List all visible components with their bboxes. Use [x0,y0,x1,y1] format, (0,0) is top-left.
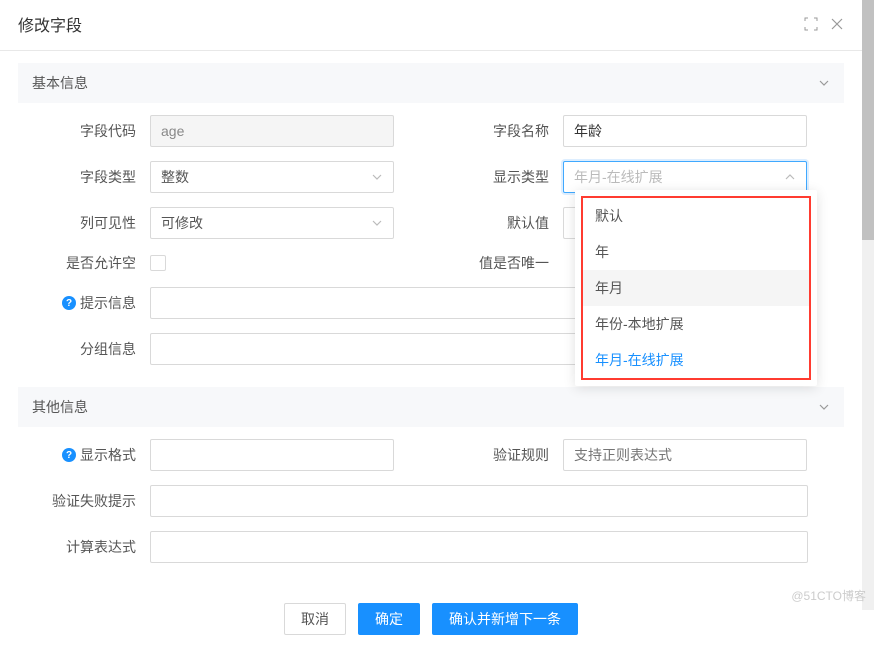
label-field-name: 字段名称 [431,121,563,141]
label-default-value: 默认值 [431,213,563,233]
help-icon[interactable]: ? [62,448,76,462]
label-validate-fail-hint: 验证失败提示 [18,491,150,511]
input-display-format[interactable] [150,439,394,471]
label-field-code: 字段代码 [18,121,150,141]
label-col-visibility: 列可见性 [18,213,150,233]
label-allow-null: 是否允许空 [18,253,150,273]
section-other-title: 其他信息 [32,397,88,417]
confirm-button[interactable]: 确定 [358,603,420,635]
chevron-down-icon [818,401,830,413]
scrollbar[interactable] [862,0,874,610]
help-icon[interactable]: ? [62,296,76,310]
section-basic-title: 基本信息 [32,73,88,93]
chevron-down-icon [818,77,830,89]
watermark: @51CTO博客 [791,587,866,604]
select-col-visibility[interactable]: 可修改 [150,207,394,239]
select-display-type-text: 年月-在线扩展 [574,167,663,187]
select-field-type-text: 整数 [161,167,189,187]
dropdown-option[interactable]: 年 [583,234,809,270]
label-group-info: 分组信息 [18,339,150,359]
chevron-down-icon [371,217,383,229]
scrollbar-thumb[interactable] [862,0,874,240]
input-field-code [150,115,394,147]
confirm-next-button[interactable]: 确认并新增下一条 [432,603,578,635]
chevron-up-icon [784,171,796,183]
modal-title: 修改字段 [18,12,82,36]
display-type-dropdown: 默认 年 年月 年份-本地扩展 年月-在线扩展 [575,190,817,386]
label-display-format: ? 显示格式 [18,445,150,465]
fullscreen-icon[interactable] [804,17,818,31]
input-validate-fail-hint[interactable] [150,485,808,517]
dropdown-option[interactable]: 年份-本地扩展 [583,306,809,342]
close-icon[interactable] [830,17,844,31]
header-actions [804,17,844,31]
select-field-type[interactable]: 整数 [150,161,394,193]
dropdown-option[interactable]: 默认 [583,198,809,234]
section-basic-header[interactable]: 基本信息 [18,63,844,103]
label-calc-expression: 计算表达式 [18,537,150,557]
select-col-visibility-text: 可修改 [161,213,203,233]
modal-dialog: 修改字段 基本信息 字段代码 字段名称 [0,0,862,610]
other-form: ? 显示格式 验证规则 验证失败提示 计算表达式 [18,427,844,585]
dropdown-option[interactable]: 年月 [583,270,809,306]
label-field-type: 字段类型 [18,167,150,187]
label-display-type: 显示类型 [431,167,563,187]
label-is-unique: 值是否唯一 [431,253,563,273]
chevron-down-icon [371,171,383,183]
modal-header: 修改字段 [0,0,862,51]
modal-footer: 取消 确定 确认并新增下一条 [0,585,862,653]
select-display-type[interactable]: 年月-在线扩展 [563,161,807,193]
label-validate-rule: 验证规则 [431,445,563,465]
dropdown-highlight-box: 默认 年 年月 年份-本地扩展 年月-在线扩展 [581,196,811,380]
dropdown-option-selected[interactable]: 年月-在线扩展 [583,342,809,378]
checkbox-allow-null[interactable] [150,255,166,271]
section-other-header[interactable]: 其他信息 [18,387,844,427]
input-calc-expression[interactable] [150,531,808,563]
input-field-name[interactable] [563,115,807,147]
cancel-button[interactable]: 取消 [284,603,346,635]
label-hint-info: ? 提示信息 [18,293,150,313]
input-validate-rule[interactable] [563,439,807,471]
